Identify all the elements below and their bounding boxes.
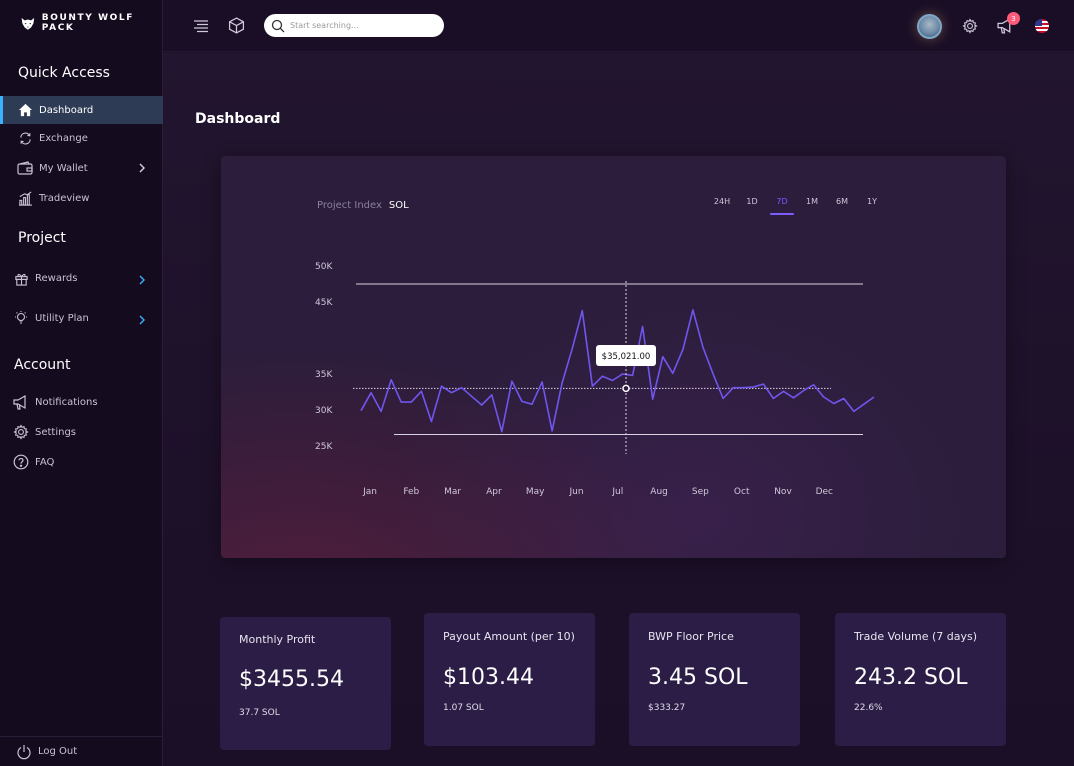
- stat-sub: 22.6%: [854, 703, 883, 713]
- gear-icon[interactable]: [962, 18, 978, 34]
- sidebar-item-label: My Wallet: [39, 162, 88, 174]
- stat-title: Trade Volume (7 days): [854, 630, 978, 643]
- sidebar-item-label: Exchange: [39, 132, 88, 144]
- stat-card-payout-amount: Payout Amount (per 10) $103.44 1.07 SOL: [424, 613, 595, 746]
- chevron-right-icon[interactable]: [135, 161, 149, 175]
- sidebar-item-label: Utility Plan: [35, 312, 89, 324]
- y-tick-label: 45K: [315, 298, 333, 308]
- brand-name: BOUNTY WOLF PACK: [41, 13, 134, 33]
- account-title: Account: [14, 357, 71, 373]
- chevron-right-icon[interactable]: [135, 313, 149, 327]
- y-tick-label: 50K: [315, 262, 333, 272]
- x-tick-label: Sep: [692, 487, 709, 497]
- quick-access-title: Quick Access: [18, 65, 110, 81]
- stat-card-floor-price: BWP Floor Price 3.45 SOL $333.27: [629, 613, 800, 746]
- search-input[interactable]: [290, 21, 430, 30]
- y-tick-label: 35K: [315, 370, 333, 380]
- sidebar-item-faq[interactable]: FAQ: [0, 448, 163, 476]
- x-tick-label: Jan: [362, 487, 377, 497]
- stat-card-monthly-profit: Monthly Profit $3455.54 37.7 SOL: [220, 617, 391, 750]
- x-tick-label: Feb: [403, 487, 419, 497]
- brand-logo[interactable]: BOUNTY WOLF PACK: [20, 13, 162, 33]
- sidebar-item-label: Dashboard: [39, 104, 94, 116]
- x-tick-label: Jul: [611, 487, 623, 497]
- sidebar-item-label: Rewards: [35, 272, 78, 284]
- project-title: Project: [18, 230, 66, 246]
- x-tick-label: Nov: [774, 487, 792, 497]
- y-tick-label: 30K: [315, 406, 333, 416]
- sidebar-item-dashboard[interactable]: Dashboard: [0, 96, 163, 124]
- stat-sub: $333.27: [648, 703, 686, 713]
- sidebar-item-settings[interactable]: Settings: [0, 418, 163, 446]
- wallet-icon: [17, 160, 33, 176]
- sidebar-item-label: Settings: [35, 426, 77, 438]
- stat-sub: 37.7 SOL: [239, 708, 280, 718]
- stat-value: 243.2 SOL: [854, 665, 968, 690]
- us-flag-icon[interactable]: [1035, 19, 1049, 33]
- tooltip-label: $35,021.00: [602, 352, 651, 362]
- stat-title: BWP Floor Price: [648, 630, 734, 643]
- sidebar-item-my-wallet[interactable]: My Wallet: [0, 154, 163, 182]
- sidebar-item-label: FAQ: [35, 456, 55, 468]
- x-tick-label: Apr: [486, 487, 502, 497]
- x-tick-label: Mar: [444, 487, 461, 497]
- avatar[interactable]: [917, 14, 942, 39]
- x-tick-label: Oct: [734, 487, 750, 497]
- x-tick-label: Dec: [816, 487, 833, 497]
- sidebar-item-tradeview[interactable]: Tradeview: [0, 184, 163, 212]
- top-bar: 3: [163, 0, 1074, 52]
- sidebar-item-label: Notifications: [35, 396, 98, 408]
- stat-sub: 1.07 SOL: [443, 703, 484, 713]
- wolf-logo-icon: [21, 17, 35, 30]
- stat-title: Monthly Profit: [239, 633, 316, 646]
- gear-icon: [13, 424, 29, 440]
- sidebar-item-label: Tradeview: [39, 192, 90, 204]
- x-tick-label: Jun: [568, 487, 583, 497]
- exchange-icon: [17, 130, 33, 146]
- main-content: Dashboard Project Index SOL 24H 1D 7D 1M…: [163, 53, 1074, 766]
- chart-card: Project Index SOL 24H 1D 7D 1M 6M 1Y 50K…: [221, 156, 1006, 558]
- power-icon: [17, 744, 31, 759]
- series-line: [360, 309, 875, 433]
- cube-icon[interactable]: [228, 17, 245, 34]
- search-bar[interactable]: [264, 14, 444, 37]
- sidebar-item-utility-plan[interactable]: Utility Plan: [0, 304, 163, 332]
- chevron-right-icon[interactable]: [135, 273, 149, 287]
- page-title: Dashboard: [195, 111, 281, 127]
- notification-badge: 3: [1007, 12, 1020, 25]
- sidebar-item-rewards[interactable]: Rewards: [0, 264, 163, 292]
- stat-card-trade-volume: Trade Volume (7 days) 243.2 SOL 22.6%: [835, 613, 1006, 746]
- sidebar-item-notifications[interactable]: Notifications: [0, 388, 163, 416]
- stat-value: $3455.54: [239, 667, 344, 692]
- question-icon: [13, 454, 29, 470]
- gift-icon: [13, 270, 29, 286]
- sidebar: BOUNTY WOLF PACK Quick Access Dashboard …: [0, 0, 163, 766]
- sidebar-item-exchange[interactable]: Exchange: [0, 124, 163, 152]
- home-icon: [17, 102, 33, 118]
- megaphone-icon: [13, 394, 29, 410]
- logout-button[interactable]: Log Out: [0, 736, 163, 766]
- bar-chart-icon: [17, 190, 33, 206]
- x-tick-label: Aug: [650, 487, 668, 497]
- line-chart[interactable]: 50K 45K 35K 30K 25K Jan Feb Mar Apr May Jun Jul Aug S…: [221, 156, 1006, 558]
- highlight-point: [622, 384, 630, 393]
- stat-title: Payout Amount (per 10): [443, 630, 575, 643]
- x-tick-label: May: [526, 487, 545, 497]
- y-tick-label: 25K: [315, 442, 333, 452]
- stat-value: 3.45 SOL: [648, 665, 748, 690]
- lightbulb-icon: [13, 310, 29, 326]
- logout-label: Log Out: [38, 746, 78, 757]
- menu-icon[interactable]: [193, 18, 209, 34]
- stat-value: $103.44: [443, 665, 534, 690]
- search-icon: [271, 19, 285, 32]
